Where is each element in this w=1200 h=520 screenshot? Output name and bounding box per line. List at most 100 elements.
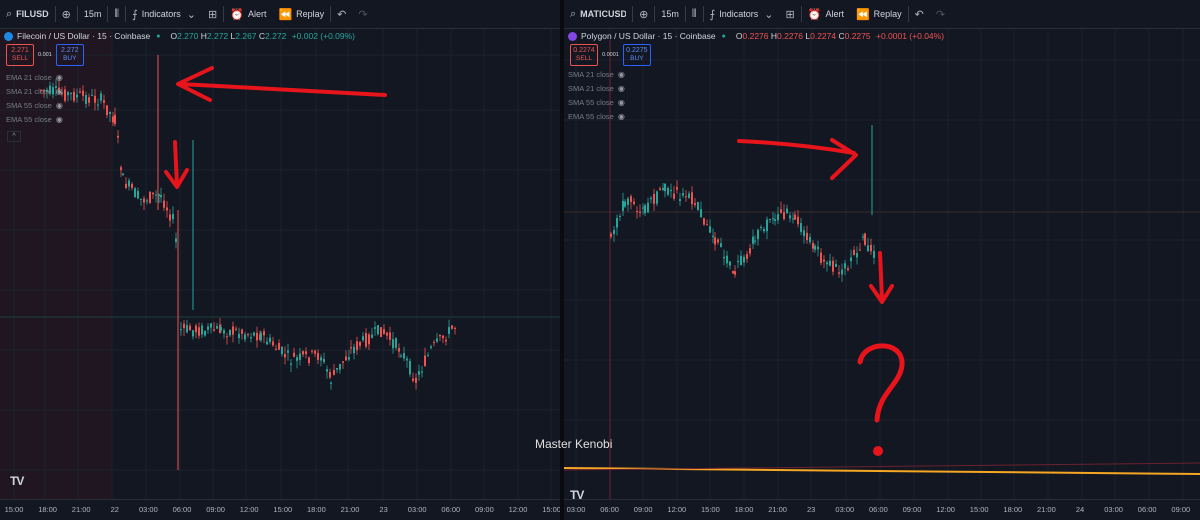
candle-body (82, 90, 84, 96)
candle-body (862, 236, 864, 238)
eye-icon[interactable]: ◉ (56, 73, 63, 82)
time-tick-label: 18:00 (734, 505, 754, 514)
candle-body (163, 200, 165, 208)
candle-body (374, 327, 376, 329)
candle-body (204, 330, 206, 336)
candle-body (439, 334, 441, 337)
candle-body (817, 246, 819, 250)
time-tick-label: 21:00 (768, 505, 787, 514)
candle-body (67, 92, 69, 96)
candle-body (348, 357, 350, 360)
candle-body (720, 243, 722, 248)
candle-body (186, 325, 188, 333)
candle-body (201, 325, 203, 335)
candle-body (662, 187, 664, 190)
question-mark (857, 343, 905, 423)
candle-body (223, 330, 225, 334)
time-axis[interactable]: 15:00 18:00 21:00 22 03:00 06:00 09:00 12:00 15:… (0, 499, 560, 520)
indicator-sma21[interactable]: SMA 21 close ◉ (568, 70, 625, 79)
collapse-legend-button[interactable]: ^ (7, 131, 21, 142)
candle-body (333, 369, 335, 375)
candle-body (619, 216, 621, 218)
candle-body (103, 100, 105, 103)
indicator-sma55[interactable]: SMA 55 close ◉ (568, 98, 625, 107)
indicator-ema55[interactable]: EMA 55 close ◉ (6, 115, 63, 124)
eye-icon[interactable]: ◉ (618, 98, 625, 107)
price-chart[interactable] (0, 0, 560, 500)
sell-button[interactable]: 0.2274 SELL (570, 44, 598, 66)
candle-body (302, 351, 304, 355)
chart-panel-maticusd[interactable]: ⌕ MATICUSD ⊕ 15m ⫴ ⨍ Indicators ⌄ ⊞ ⏰ Alert… (564, 0, 1200, 520)
candle-body (789, 215, 791, 219)
candle-body (856, 253, 858, 258)
chart-legend: Filecoin / US Dollar · 15 · Coinbase ● O… (4, 31, 355, 41)
candle-body (149, 191, 151, 204)
candle-body (128, 180, 130, 187)
candle-body (229, 329, 231, 336)
candle-body (210, 323, 212, 328)
time-axis[interactable]: 03:00 06:00 09:00 12:00 15:00 18:00 21:00 23 03:… (564, 499, 1200, 520)
candle-body (627, 198, 629, 205)
candle-body (339, 363, 341, 370)
candle-body (235, 328, 237, 330)
eye-icon[interactable]: ◉ (56, 87, 63, 96)
eye-icon[interactable]: ◉ (618, 70, 625, 79)
eye-icon[interactable]: ◉ (56, 101, 63, 110)
chart-legend: Polygon / US Dollar · 15 · Coinbase ● O0… (568, 31, 944, 41)
candle-body (241, 329, 243, 334)
candle-body (850, 257, 852, 262)
price-chart[interactable] (564, 0, 1200, 500)
candle-body (131, 183, 133, 188)
indicator-sma55[interactable]: SMA 55 close ◉ (6, 101, 63, 110)
trend-line (564, 462, 1200, 471)
candle-body (169, 214, 171, 221)
candle-body (183, 323, 185, 329)
eye-icon[interactable]: ◉ (618, 84, 625, 93)
chart-panel-filusd[interactable]: ⌕ FILUSD ⊕ 15m ⫴ ⨍ Indicators ⌄ ⊞ ⏰ Alert ⏪… (0, 0, 560, 520)
market-open-icon: ● (721, 32, 726, 40)
candle-body (189, 325, 191, 331)
candle-body (691, 192, 693, 205)
candle-body (400, 355, 402, 357)
candle-body (774, 219, 776, 221)
candle-body (359, 341, 361, 346)
candle-body (454, 327, 456, 329)
candle-body (418, 371, 420, 375)
indicator-ema55[interactable]: EMA 55 close ◉ (568, 112, 625, 121)
watermark-text: Master Kenobi (535, 437, 613, 451)
candle-body (766, 219, 768, 232)
eye-icon[interactable]: ◉ (618, 112, 625, 121)
candle-body (726, 255, 728, 264)
candle-body (398, 348, 400, 352)
candle-body (137, 190, 139, 199)
candle-body (383, 329, 385, 334)
candle-body (740, 255, 742, 266)
buy-button[interactable]: 0.2275 BUY (622, 44, 651, 66)
candle-body (117, 135, 119, 138)
buy-button[interactable]: 2.272 BUY (55, 44, 84, 66)
legend-title: Filecoin / US Dollar · 15 · Coinbase (17, 31, 151, 41)
indicator-sma21-b[interactable]: SMA 21 close ◉ (568, 84, 625, 93)
time-tick-label: 24 (1075, 505, 1085, 514)
indicator-ema21[interactable]: EMA 21 close ◉ (6, 73, 63, 82)
candle-body (442, 335, 444, 339)
candle-body (760, 226, 762, 228)
candle-body (216, 326, 218, 329)
candle-body (79, 91, 81, 93)
candle-body (275, 348, 277, 350)
spread-value: 0.001 (38, 52, 52, 58)
candle-body (737, 260, 739, 263)
candle-body (180, 329, 182, 331)
candle-body (847, 268, 849, 270)
eye-icon[interactable]: ◉ (56, 115, 63, 124)
candle-body (743, 256, 745, 263)
candle-body (88, 97, 90, 103)
candle-body (841, 269, 843, 275)
candle-body (806, 232, 808, 241)
indicator-sma21[interactable]: SMA 21 close ◉ (6, 87, 63, 96)
candle-body (380, 327, 382, 337)
time-tick-label: 09:00 (633, 505, 653, 514)
candle-body (125, 183, 127, 188)
sell-button[interactable]: 2.271 SELL (6, 44, 34, 66)
candle-body (794, 214, 796, 220)
